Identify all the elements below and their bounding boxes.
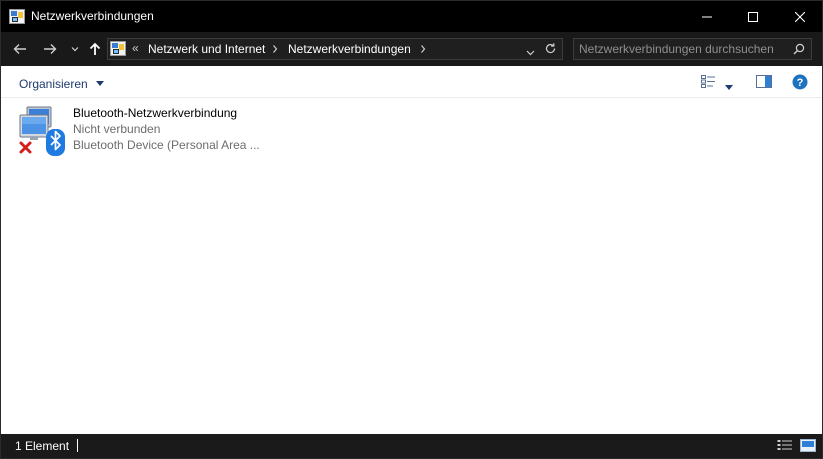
large-icons-view-icon — [800, 439, 816, 452]
arrow-left-icon — [13, 44, 26, 54]
breadcrumb-separator-icon[interactable] — [420, 41, 426, 57]
network-adapter-icon — [17, 103, 69, 162]
organize-label: Organisieren — [19, 77, 88, 91]
details-view-toggle[interactable] — [777, 439, 793, 455]
up-button[interactable] — [87, 41, 103, 57]
refresh-icon — [545, 43, 556, 54]
control-panel-icon — [110, 41, 126, 56]
chevron-down-icon — [526, 50, 535, 56]
arrow-right-icon — [44, 44, 57, 54]
change-view-button[interactable] — [701, 75, 716, 91]
window-title: Netzwerkverbindungen — [31, 9, 154, 23]
organize-menu-button[interactable]: Organisieren — [19, 75, 105, 91]
status-divider — [77, 439, 78, 452]
caret-down-icon — [725, 85, 733, 90]
list-item[interactable]: Bluetooth-Netzwerkverbindung Nicht verbu… — [17, 103, 267, 159]
svg-text:?: ? — [797, 77, 804, 89]
close-icon — [795, 11, 805, 22]
help-icon: ? — [792, 74, 808, 90]
back-button[interactable] — [12, 41, 28, 57]
item-count: 1 Element — [15, 439, 70, 453]
preview-pane-icon — [756, 75, 772, 88]
explorer-window: Netzwerkverbindungen « Netzwerk und Inte… — [0, 0, 823, 459]
maximize-button[interactable] — [730, 1, 776, 32]
status-bar: 1 Element — [1, 434, 822, 458]
caret-down-icon — [96, 75, 105, 89]
maximize-icon — [748, 11, 758, 22]
breadcrumb-netzwerk-und-internet[interactable]: Netzwerk und Internet — [148, 42, 265, 56]
arrow-up-icon — [89, 42, 101, 55]
details-view-icon — [701, 75, 715, 88]
forward-button[interactable] — [42, 41, 58, 57]
title-bar: Netzwerkverbindungen — [1, 1, 822, 32]
close-button[interactable] — [777, 1, 823, 32]
chevron-down-icon — [71, 47, 79, 52]
address-overflow[interactable]: « — [132, 41, 139, 55]
refresh-button[interactable] — [544, 42, 557, 58]
view-options-button[interactable] — [725, 79, 733, 93]
details-view-icon — [777, 440, 792, 450]
item-device: Bluetooth Device (Personal Area ... — [73, 138, 260, 152]
item-status: Nicht verbunden — [73, 122, 161, 136]
minimize-icon — [702, 16, 712, 17]
address-history-button[interactable] — [526, 45, 535, 59]
minimize-button[interactable] — [684, 1, 730, 32]
network-connections-icon — [9, 9, 25, 24]
navigation-bar: « Netzwerk und Internet Netzwerkverbindu… — [1, 32, 822, 66]
breadcrumb-netzwerkverbindungen[interactable]: Netzwerkverbindungen — [288, 42, 411, 56]
file-list: Bluetooth-Netzwerkverbindung Nicht verbu… — [1, 98, 822, 434]
help-button[interactable]: ? — [792, 74, 808, 93]
item-name: Bluetooth-Netzwerkverbindung — [73, 106, 238, 120]
search-box[interactable] — [573, 38, 812, 60]
search-icon[interactable] — [793, 43, 805, 58]
large-icons-view-toggle[interactable] — [800, 439, 816, 455]
address-bar[interactable]: « Netzwerk und Internet Netzwerkverbindu… — [107, 38, 563, 60]
recent-locations-button[interactable] — [67, 41, 83, 57]
breadcrumb-separator-icon[interactable] — [272, 41, 278, 57]
search-input[interactable] — [574, 39, 789, 59]
preview-pane-button[interactable] — [756, 75, 772, 91]
command-bar: Organisieren ? — [1, 66, 822, 98]
